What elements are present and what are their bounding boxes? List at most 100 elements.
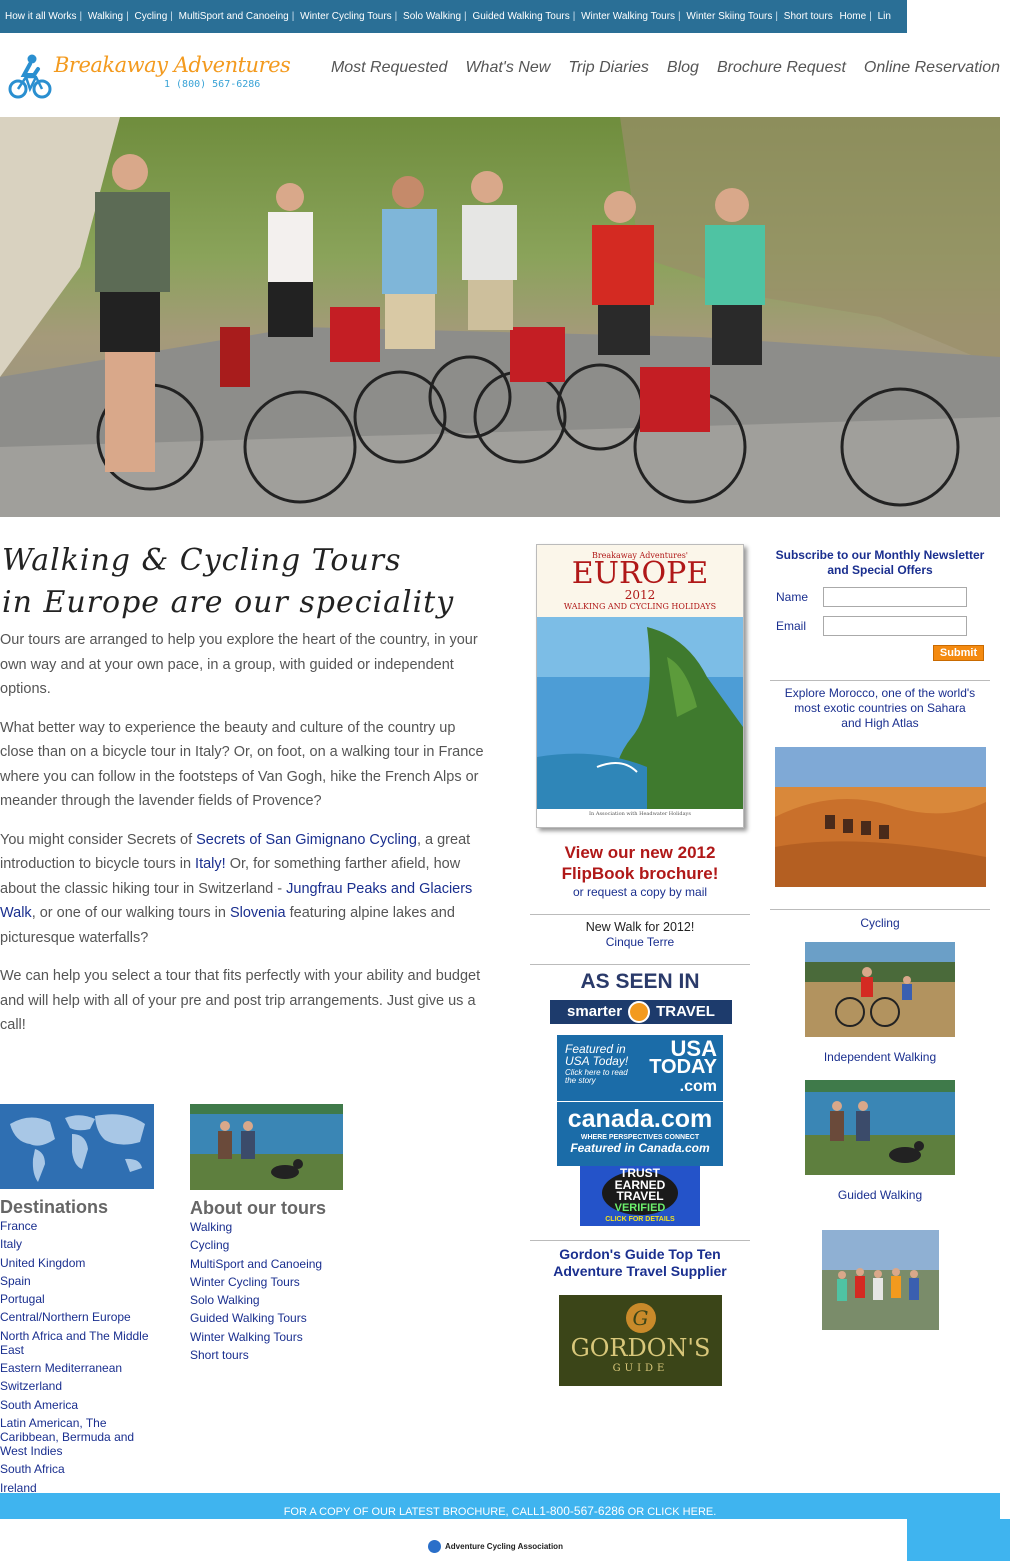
site-logo[interactable]: Breakaway Adventures 1 (800) 567-6286 — [8, 51, 291, 101]
topnav-winter-skiing[interactable]: Winter Skiing Tours — [686, 11, 772, 22]
newsletter-heading-line1: Subscribe to our Monthly Newsletter — [775, 548, 985, 562]
morocco-desert-image[interactable] — [775, 747, 986, 887]
cycling-promo-image[interactable] — [805, 942, 955, 1037]
adventure-cycling-logo[interactable]: Adventure Cycling Association — [428, 1540, 563, 1553]
destination-link[interactable]: Latin American, The Caribbean, Bermuda a… — [0, 1416, 160, 1458]
nav-brochure-request[interactable]: Brochure Request — [717, 59, 846, 77]
destination-link[interactable]: France — [0, 1219, 160, 1233]
hikers-lake-image[interactable] — [190, 1104, 343, 1190]
footer-corner-block — [907, 1519, 1010, 1561]
destination-link[interactable]: United Kingdom — [0, 1256, 160, 1270]
tour-type-link[interactable]: Walking — [190, 1220, 350, 1234]
new-walk-label: New Walk for 2012! — [585, 920, 695, 934]
email-input[interactable] — [823, 616, 967, 636]
name-input[interactable] — [823, 587, 967, 607]
link-slovenia[interactable]: Slovenia — [230, 905, 286, 921]
flipbook-headline-line2[interactable]: FlipBook brochure! — [530, 863, 750, 884]
flipbook-headline-line1[interactable]: View our new 2012 — [530, 842, 750, 863]
cover-year: 2012 — [624, 588, 656, 602]
gordons-g-emblem: G — [625, 1303, 656, 1333]
topnav-short-tours[interactable]: Short tours — [784, 11, 833, 22]
gordons-heading: Gordon's Guide Top Ten Adventure Travel … — [530, 1246, 750, 1280]
independent-walking-image[interactable] — [805, 1080, 955, 1175]
intro-paragraph-4: We can help you select a tour that fits … — [0, 968, 481, 1033]
name-label: Name — [776, 590, 809, 604]
divider — [530, 1240, 750, 1241]
topnav-winter-cycling[interactable]: Winter Cycling Tours — [300, 11, 392, 22]
topnav-links[interactable]: Lin — [878, 11, 891, 22]
usa-featured-text: Featured in USA Today! — [565, 1042, 629, 1068]
nav-whats-new[interactable]: What's New — [465, 59, 550, 77]
intro-paragraph-1: Our tours are arranged to help you explo… — [0, 632, 478, 697]
submit-button[interactable]: Submit — [933, 645, 984, 661]
topnav-multisport[interactable]: MultiSport and Canoeing — [179, 11, 289, 22]
newsletter-heading-line2: and Special Offers — [827, 563, 933, 577]
topnav-walking[interactable]: Walking — [88, 11, 123, 22]
usa-today-logo: USA TODAY .com — [649, 1038, 717, 1096]
brand-name: Breakaway Adventures — [54, 53, 291, 77]
destination-link[interactable]: Central/Northern Europe — [0, 1310, 160, 1324]
morocco-promo-text[interactable]: Explore Morocco, one of the world's most… — [784, 686, 976, 731]
footer-text: FOR A COPY OF OUR LATEST BROCHURE, CALL — [283, 1506, 540, 1518]
tour-type-link[interactable]: Winter Cycling Tours — [190, 1275, 350, 1289]
footer-click-here[interactable]: OR CLICK HERE. — [628, 1506, 717, 1518]
destination-link[interactable]: North Africa and The Middle East — [0, 1329, 160, 1357]
gordons-guide-logo[interactable]: G GORDON'S GUIDE — [559, 1295, 722, 1386]
trust-line3: TRAVEL — [616, 1189, 664, 1203]
divider — [770, 680, 990, 681]
smarter-travel-logo[interactable]: smarter TRAVEL — [550, 1000, 732, 1024]
destination-link[interactable]: South America — [0, 1398, 160, 1412]
nav-online-reservation[interactable]: Online Reservation — [864, 59, 1000, 77]
footer-phone[interactable]: 1-800-567-6286 — [539, 1504, 624, 1518]
hero-photo-cyclists — [0, 117, 1000, 517]
cycling-promo-link[interactable]: Cycling — [770, 916, 990, 930]
tour-type-link[interactable]: Winter Walking Tours — [190, 1330, 350, 1344]
usa-today-badge[interactable]: Featured in USA Today! Click here to rea… — [557, 1035, 723, 1101]
nav-trip-diaries[interactable]: Trip Diaries — [568, 59, 649, 77]
about-tours-block: About our tours Walking Cycling MultiSpo… — [190, 1104, 350, 1366]
topnav-solo-walking[interactable]: Solo Walking — [403, 11, 461, 22]
tour-type-link[interactable]: MultiSport and Canoeing — [190, 1257, 350, 1271]
brochure-cover-image[interactable]: Breakaway Adventures' Europe 2012 Walkin… — [536, 544, 744, 828]
footer-brochure-bar[interactable]: FOR A COPY OF OUR LATEST BROCHURE, CALL1… — [0, 1493, 1000, 1519]
site-header: Breakaway Adventures 1 (800) 567-6286 Mo… — [0, 33, 1010, 117]
topnav-cycling[interactable]: Cycling — [134, 11, 167, 22]
topnav-home[interactable]: Home — [839, 11, 866, 22]
tour-type-link[interactable]: Short tours — [190, 1348, 350, 1362]
destination-link[interactable]: Italy — [0, 1237, 160, 1251]
canada-logo: canada.com — [567, 1105, 713, 1133]
flipbook-headline[interactable]: View our new 2012 FlipBook brochure! — [530, 842, 750, 884]
intro-heading-line2: in Europe are our speciality — [2, 585, 455, 620]
tour-type-link[interactable]: Guided Walking Tours — [190, 1311, 350, 1325]
topnav-winter-walking[interactable]: Winter Walking Tours — [581, 11, 675, 22]
trust-earned-travel-badge[interactable]: TRUST EARNED TRAVEL VERIFIED CLICK FOR D… — [580, 1166, 700, 1226]
guided-walking-image[interactable] — [822, 1230, 939, 1330]
trust-line4: VERIFIED — [614, 1201, 666, 1214]
guided-walking-link[interactable]: Guided Walking — [770, 1188, 990, 1202]
link-san-gimignano[interactable]: Secrets of San Gimignano Cycling — [196, 832, 417, 848]
text-fragment: , or one of our walking tours in — [31, 905, 230, 921]
destination-link[interactable]: South Africa — [0, 1462, 160, 1476]
nav-blog[interactable]: Blog — [667, 59, 699, 77]
destination-link[interactable]: Spain — [0, 1274, 160, 1288]
destination-link[interactable]: Switzerland — [0, 1379, 160, 1393]
nav-most-requested[interactable]: Most Requested — [331, 59, 448, 77]
topnav-guided-walking[interactable]: Guided Walking Tours — [472, 11, 569, 22]
canada-com-badge[interactable]: canada.com WHERE PERSPECTIVES CONNECT Fe… — [557, 1102, 723, 1166]
destination-link[interactable]: Eastern Mediterranean — [0, 1361, 160, 1375]
topnav-how-it-works[interactable]: How it all Works — [5, 11, 77, 22]
destinations-heading: Destinations — [0, 1197, 109, 1217]
destination-link[interactable]: Portugal — [0, 1292, 160, 1306]
world-map-image[interactable] — [0, 1104, 154, 1189]
request-copy-link[interactable]: or request a copy by mail — [530, 885, 750, 899]
tour-type-link[interactable]: Cycling — [190, 1238, 350, 1252]
divider — [530, 964, 750, 965]
independent-walking-link[interactable]: Independent Walking — [770, 1050, 990, 1064]
cinque-terre-link[interactable]: Cinque Terre — [530, 935, 750, 949]
cyclist-logo-icon — [8, 54, 52, 99]
intro-body: Our tours are arranged to help you explo… — [0, 628, 492, 1052]
destinations-block: Destinations France Italy United Kingdom… — [0, 1104, 160, 1499]
link-italy[interactable]: Italy! — [195, 856, 226, 872]
newsletter-heading: Subscribe to our Monthly Newsletter and … — [770, 548, 990, 578]
tour-type-link[interactable]: Solo Walking — [190, 1293, 350, 1307]
